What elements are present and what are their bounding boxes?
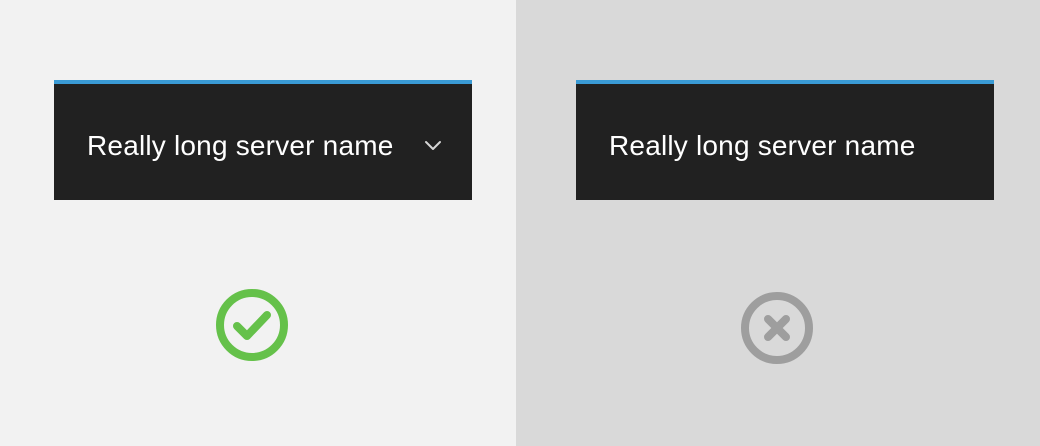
check-circle-icon (216, 289, 288, 361)
correct-example-panel: Really long server name (0, 0, 516, 446)
server-name-label: Really long server name (609, 130, 916, 161)
server-selector[interactable]: Really long server name (54, 80, 472, 200)
chevron-down-icon[interactable] (424, 139, 442, 151)
server-selector-no-chevron[interactable]: Really long server name (576, 80, 994, 200)
incorrect-example-panel: Really long server name (516, 0, 1040, 446)
server-name-label: Really long server name (87, 130, 394, 161)
x-circle-icon (741, 292, 813, 364)
